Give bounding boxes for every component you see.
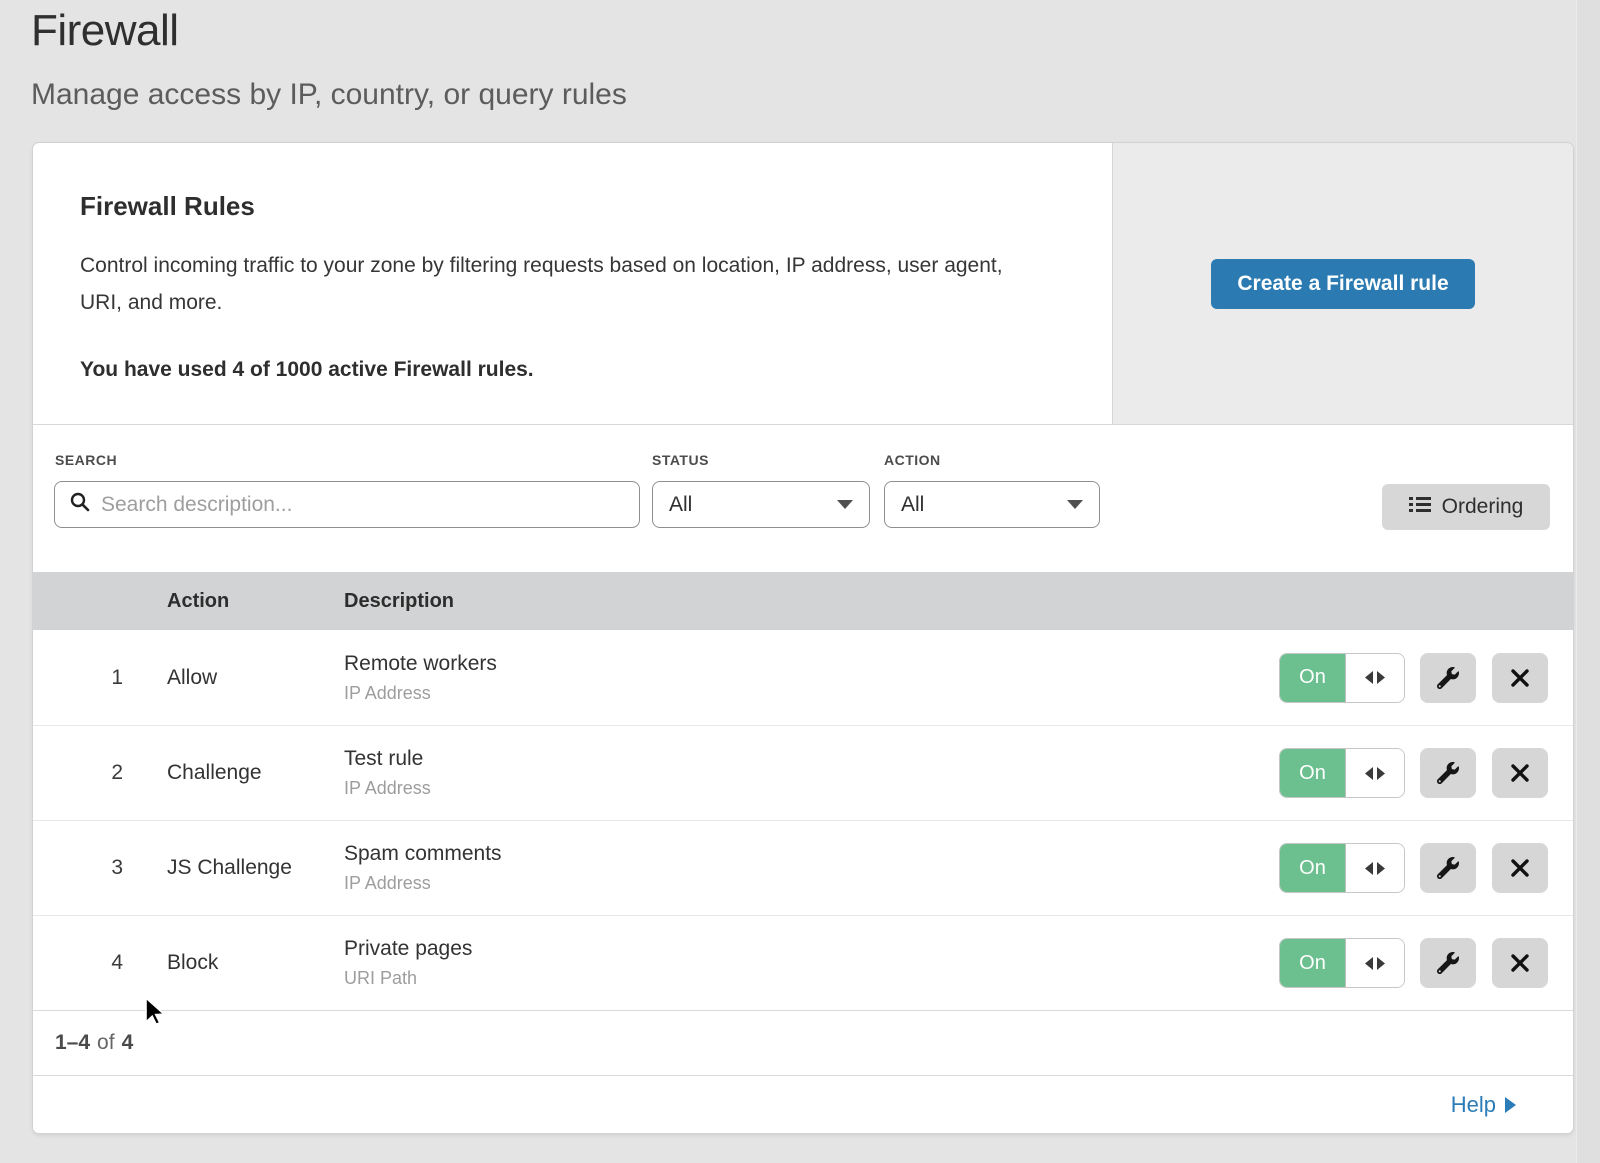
left-right-arrows-icon	[1364, 862, 1386, 875]
rule-description: Remote workers	[344, 652, 1273, 676]
status-toggle: On	[1279, 938, 1405, 988]
pagination-total: 4	[122, 1031, 134, 1055]
caret-right-icon	[1505, 1097, 1516, 1113]
rule-match-type: IP Address	[344, 683, 1273, 704]
search-input[interactable]	[101, 493, 625, 517]
ordering-button-label: Ordering	[1442, 495, 1524, 519]
rule-action: Allow	[167, 666, 344, 690]
rules-usage-note: You have used 4 of 1000 active Firewall …	[80, 358, 1080, 382]
search-label: SEARCH	[55, 452, 117, 468]
scrollbar-track[interactable]	[1576, 0, 1600, 1163]
table-header: Action Description	[33, 572, 1573, 630]
toggle-on-button[interactable]: On	[1280, 654, 1346, 702]
ordered-list-icon	[1409, 495, 1431, 519]
create-firewall-rule-button[interactable]: Create a Firewall rule	[1211, 259, 1474, 309]
toggle-on-button[interactable]: On	[1280, 939, 1346, 987]
chevron-down-icon	[1067, 500, 1083, 509]
close-icon	[1510, 953, 1530, 973]
wrench-icon	[1437, 952, 1459, 974]
action-label: ACTION	[884, 452, 941, 468]
toggle-on-button[interactable]: On	[1280, 749, 1346, 797]
rule-match-type: URI Path	[344, 968, 1273, 989]
status-label: STATUS	[652, 452, 709, 468]
status-toggle: On	[1279, 653, 1405, 703]
rules-heading: Firewall Rules	[80, 191, 1080, 222]
rule-action: Challenge	[167, 761, 344, 785]
left-right-arrows-icon	[1364, 767, 1386, 780]
table-row: 4 Block Private pages URI Path On	[33, 915, 1573, 1010]
left-right-arrows-icon	[1364, 957, 1386, 970]
action-select[interactable]: All	[884, 481, 1100, 528]
close-icon	[1510, 668, 1530, 688]
table-row: 3 JS Challenge Spam comments IP Address …	[33, 820, 1573, 915]
card-footer: Help	[33, 1075, 1573, 1133]
close-icon	[1510, 763, 1530, 783]
mouse-cursor	[144, 997, 170, 1032]
filter-bar: SEARCH STATUS All ACTION All Ordering	[33, 425, 1573, 572]
rules-intro-section: Firewall Rules Control incoming traffic …	[33, 143, 1573, 425]
rule-priority: 2	[33, 761, 167, 785]
status-selected-value: All	[669, 493, 692, 517]
status-toggle: On	[1279, 843, 1405, 893]
rule-action: Block	[167, 951, 344, 975]
edit-rule-button[interactable]	[1420, 748, 1476, 798]
delete-rule-button[interactable]	[1492, 653, 1548, 703]
delete-rule-button[interactable]	[1492, 938, 1548, 988]
priority-arrows-button[interactable]	[1346, 939, 1404, 987]
search-box	[54, 481, 640, 528]
priority-arrows-button[interactable]	[1346, 654, 1404, 702]
action-column-header: Action	[167, 590, 344, 613]
rules-description: Control incoming traffic to your zone by…	[80, 248, 1040, 322]
rule-description: Spam comments	[344, 842, 1273, 866]
rule-description: Private pages	[344, 937, 1273, 961]
wrench-icon	[1437, 762, 1459, 784]
create-rule-panel: Create a Firewall rule	[1112, 143, 1573, 424]
priority-arrows-button[interactable]	[1346, 844, 1404, 892]
description-column-header: Description	[344, 590, 1273, 613]
firewall-rules-card: Firewall Rules Control incoming traffic …	[33, 143, 1573, 1133]
toggle-on-button[interactable]: On	[1280, 844, 1346, 892]
page-title: Firewall	[31, 6, 179, 56]
pagination-bar: 1–4 of 4	[33, 1010, 1573, 1075]
edit-rule-button[interactable]	[1420, 843, 1476, 893]
chevron-down-icon	[837, 500, 853, 509]
rule-priority: 4	[33, 951, 167, 975]
rule-match-type: IP Address	[344, 873, 1273, 894]
status-toggle: On	[1279, 748, 1405, 798]
table-row: 2 Challenge Test rule IP Address On	[33, 725, 1573, 820]
edit-rule-button[interactable]	[1420, 938, 1476, 988]
search-icon	[69, 491, 91, 518]
close-icon	[1510, 858, 1530, 878]
delete-rule-button[interactable]	[1492, 843, 1548, 893]
rule-match-type: IP Address	[344, 778, 1273, 799]
pagination-range: 1–4	[55, 1031, 90, 1055]
status-select[interactable]: All	[652, 481, 870, 528]
rule-priority: 1	[33, 666, 167, 690]
help-link[interactable]: Help	[1451, 1092, 1516, 1118]
action-selected-value: All	[901, 493, 924, 517]
rule-description: Test rule	[344, 747, 1273, 771]
help-link-label: Help	[1451, 1092, 1496, 1118]
rule-action: JS Challenge	[167, 856, 344, 880]
ordering-button[interactable]: Ordering	[1382, 484, 1550, 530]
delete-rule-button[interactable]	[1492, 748, 1548, 798]
rule-priority: 3	[33, 856, 167, 880]
table-row: 1 Allow Remote workers IP Address On	[33, 630, 1573, 725]
page-subtitle: Manage access by IP, country, or query r…	[31, 78, 627, 112]
edit-rule-button[interactable]	[1420, 653, 1476, 703]
priority-arrows-button[interactable]	[1346, 749, 1404, 797]
left-right-arrows-icon	[1364, 671, 1386, 684]
wrench-icon	[1437, 667, 1459, 689]
wrench-icon	[1437, 857, 1459, 879]
pagination-of-label: of	[97, 1031, 115, 1055]
